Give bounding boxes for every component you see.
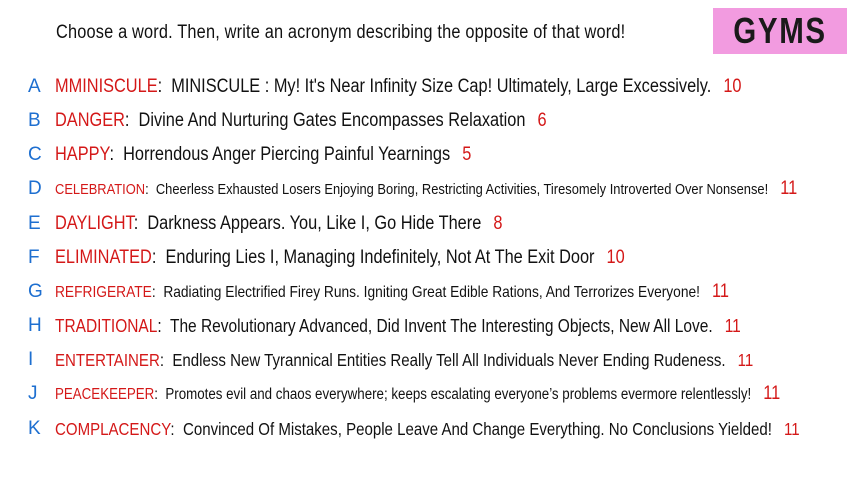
answer-row-j: J PEACEKEEPER: Promotes evil and chaos e…: [28, 383, 781, 404]
answer-row-k: K COMPLACENCY: Convinced Of Mistakes, Pe…: [28, 418, 800, 439]
answer-row-b: B DANGER: Divine And Nurturing Gates Enc…: [28, 110, 547, 131]
chosen-word: ENTERTAINER: [55, 349, 160, 370]
row-letter: B: [28, 110, 41, 131]
score: 11: [763, 383, 781, 404]
prompt-text: Choose a word. Then, write an acronym de…: [56, 22, 626, 43]
chosen-word: PEACEKEEPER: [55, 386, 155, 403]
row-letter: F: [28, 247, 40, 268]
row-letter: I: [28, 349, 34, 370]
row-letter: K: [28, 418, 41, 439]
score: 11: [724, 315, 741, 336]
answer-row-h: H TRADITIONAL: The Revolutionary Advance…: [28, 315, 741, 336]
acronym-text: Endless New Tyrannical Entities Really T…: [172, 349, 726, 370]
acronym-text: Enduring Lies I, Managing Indefinitely, …: [165, 247, 595, 268]
chosen-word: MMINISCULE: [55, 76, 158, 97]
row-letter: H: [28, 315, 42, 336]
row-letter: C: [28, 144, 42, 165]
row-letter: A: [28, 76, 41, 97]
acronym-text: Cheerless Exhausted Losers Enjoying Bori…: [155, 181, 769, 198]
chosen-word: DANGER: [55, 110, 125, 131]
chosen-word: COMPLACENCY: [55, 418, 171, 439]
answer-row-f: F ELIMINATED: Enduring Lies I, Managing …: [28, 247, 625, 268]
score: 6: [537, 110, 547, 131]
row-letter: D: [28, 178, 42, 199]
chosen-word: REFRIGERATE: [55, 284, 152, 301]
score: 10: [606, 247, 625, 268]
score: 11: [737, 349, 754, 370]
acronym-text: Convinced Of Mistakes, People Leave And …: [182, 418, 772, 439]
acronym-text: The Revolutionary Advanced, Did Invent T…: [169, 315, 713, 336]
chosen-word: ELIMINATED: [55, 247, 152, 268]
answer-row-a: A MMINISCULE: MINISCULE : My! It's Near …: [28, 76, 742, 97]
score: 11: [712, 281, 729, 302]
answer-row-d: D CELEBRATION: Cheerless Exhausted Loser…: [28, 178, 798, 199]
acronym-text: MINISCULE : My! It's Near Infinity Size …: [171, 76, 712, 97]
chosen-word: HAPPY: [55, 144, 110, 165]
answer-row-c: C HAPPY: Horrendous Anger Piercing Painf…: [28, 144, 472, 165]
chosen-word: CELEBRATION: [55, 181, 146, 198]
acronym-text: Divine And Nurturing Gates Encompasses R…: [138, 110, 526, 131]
score: 8: [493, 213, 503, 234]
answer-row-e: E DAYLIGHT: Darkness Appears. You, Like …: [28, 213, 503, 234]
team-name: GYMS: [733, 10, 827, 51]
acronym-text: Promotes evil and chaos everywhere; keep…: [165, 386, 752, 403]
acronym-text: Darkness Appears. You, Like I, Go Hide T…: [147, 213, 482, 234]
acronym-text: Radiating Electrified Firey Runs. Igniti…: [163, 284, 700, 301]
score: 5: [462, 144, 472, 165]
row-letter: E: [28, 213, 41, 234]
score: 11: [783, 418, 800, 439]
chosen-word: TRADITIONAL: [55, 315, 158, 336]
answer-row-i: I ENTERTAINER: Endless New Tyrannical En…: [28, 349, 754, 370]
score: 10: [723, 76, 742, 97]
row-letter: J: [28, 383, 38, 404]
acronym-text: Horrendous Anger Piercing Painful Yearni…: [123, 144, 451, 165]
row-letter: G: [28, 281, 43, 302]
answer-row-g: G REFRIGERATE: Radiating Electrified Fir…: [28, 281, 729, 302]
team-badge: GYMS: [713, 8, 847, 54]
chosen-word: DAYLIGHT: [55, 213, 134, 234]
score: 11: [780, 178, 798, 199]
